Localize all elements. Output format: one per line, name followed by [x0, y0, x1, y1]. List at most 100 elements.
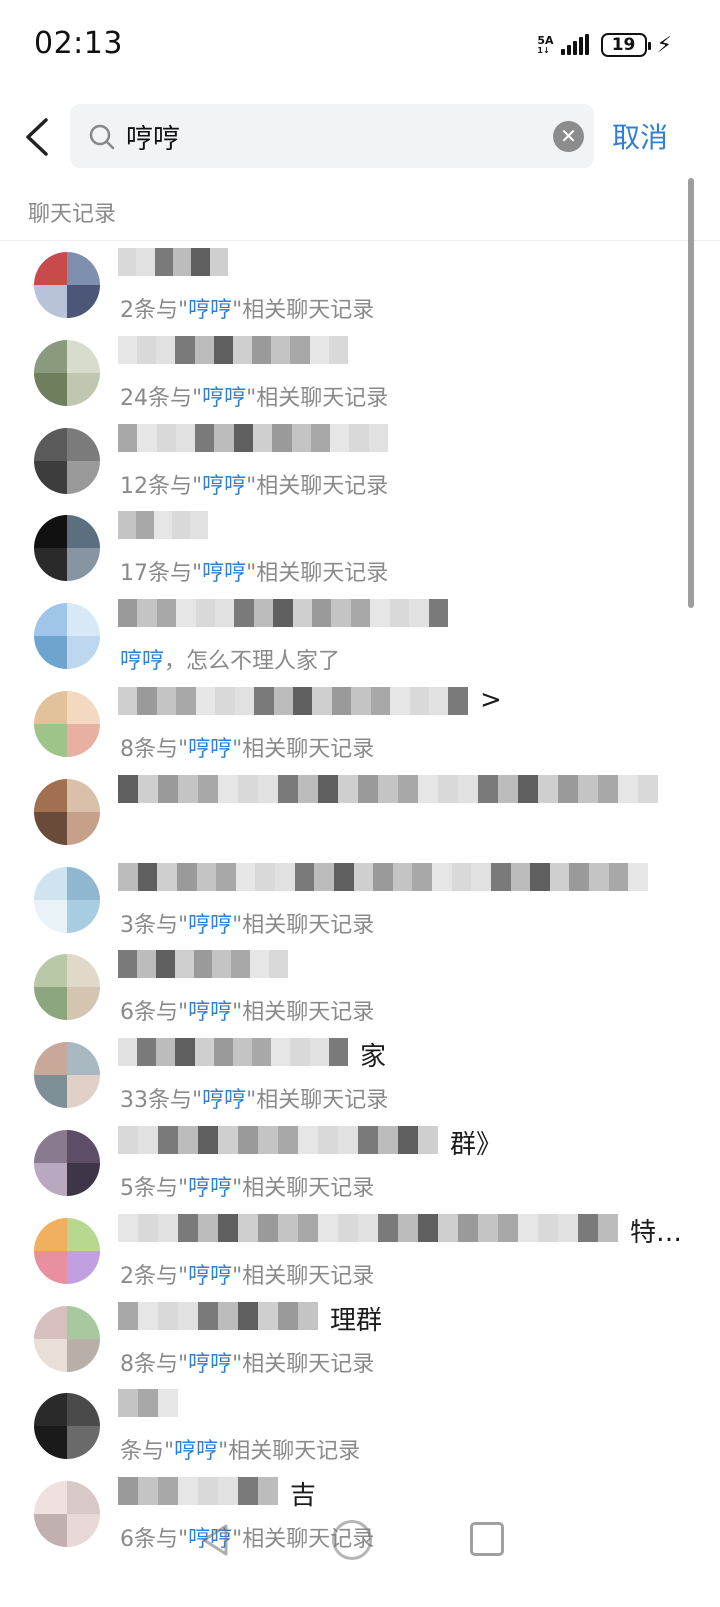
avatar: [34, 690, 100, 757]
result-list: 2条与"哼哼"相关聊天记录 24条与"哼哼"相关聊天记录 12条与"哼哼"相关聊天记…: [0, 242, 720, 1559]
summary-prefix: 12条与": [120, 473, 203, 499]
navigation-bar: [0, 1500, 720, 1607]
summary-keyword: 哼哼: [202, 1088, 247, 1114]
avatar: [34, 252, 100, 318]
summary-keyword: 哼哼: [188, 1351, 233, 1377]
record-summary: 8条与"哼哼"相关聊天记录: [120, 731, 374, 763]
contact-name-redacted: [118, 1301, 318, 1330]
search-icon: [89, 124, 115, 150]
clear-icon[interactable]: ✕: [553, 121, 584, 152]
chat-record-item[interactable]: 特… 2条与"哼哼"相关聊天记录: [0, 1208, 720, 1296]
summary-suffix: "相关聊天记录: [246, 561, 389, 587]
chat-record-item[interactable]: 哼哼，怎么不理人家了: [0, 593, 720, 681]
summary-suffix: "相关聊天记录: [246, 385, 389, 411]
summary-prefix: 33条与": [120, 1088, 203, 1114]
record-summary: 17条与"哼哼"相关聊天记录: [120, 555, 388, 587]
contact-name-suffix: 理群: [330, 1305, 383, 1336]
summary-suffix: ，怎么不理人家了: [164, 649, 341, 675]
summary-keyword: 哼哼: [188, 298, 233, 323]
record-summary: 3条与"哼哼"相关聊天记录: [120, 907, 374, 939]
avatar: [34, 339, 100, 406]
chat-record-item[interactable]: 12条与"哼哼"相关聊天记录: [0, 418, 720, 506]
scrollbar[interactable]: [688, 178, 694, 608]
record-summary: 2条与"哼哼"相关聊天记录: [120, 292, 374, 324]
record-summary: 24条与"哼哼"相关聊天记录: [120, 380, 388, 412]
chat-record-item[interactable]: 理群 8条与"哼哼"相关聊天记录: [0, 1296, 720, 1384]
chat-record-item[interactable]: 群》 5条与"哼哼"相关聊天记录: [0, 1120, 720, 1208]
summary-prefix: 24条与": [120, 385, 203, 411]
avatar: [34, 1129, 100, 1196]
chat-record-item[interactable]: 3条与"哼哼"相关聊天记录: [0, 857, 720, 945]
record-summary: 33条与"哼哼"相关聊天记录: [120, 1082, 388, 1114]
chat-record-item[interactable]: 6条与"哼哼"相关聊天记录: [0, 944, 720, 1032]
network-type: 5A: [537, 34, 554, 47]
record-summary: 哼哼，怎么不理人家了: [120, 643, 340, 675]
summary-keyword: 哼哼: [120, 649, 165, 675]
contact-name-redacted: [118, 774, 658, 803]
network-activity: 1↓: [537, 46, 550, 55]
avatar: [34, 515, 100, 582]
back-button[interactable]: [18, 110, 62, 164]
chat-record-item[interactable]: [0, 769, 720, 857]
summary-prefix: 8条与": [120, 736, 189, 762]
nav-home-icon[interactable]: [332, 1520, 372, 1560]
record-summary: 2条与"哼哼"相关聊天记录: [120, 1258, 374, 1290]
search-box[interactable]: ✕: [70, 104, 594, 168]
summary-keyword: 哼哼: [202, 385, 247, 411]
nav-back-icon[interactable]: [198, 1522, 234, 1558]
chat-record-item[interactable]: 24条与"哼哼"相关聊天记录: [0, 330, 720, 418]
nav-recent-apps-icon[interactable]: [470, 1522, 504, 1556]
contact-name-redacted: [118, 423, 388, 452]
chat-record-item[interactable]: 条与"哼哼"相关聊天记录: [0, 1383, 720, 1471]
summary-suffix: "相关聊天记录: [246, 1088, 389, 1114]
summary-prefix: 2条与": [120, 1263, 189, 1289]
record-summary: 5条与"哼哼"相关聊天记录: [120, 1170, 374, 1202]
summary-prefix: 5条与": [120, 1175, 189, 1201]
avatar: [34, 866, 100, 933]
contact-name-redacted: [118, 862, 648, 891]
contact-name-redacted: [118, 1389, 178, 1418]
contact-name-redacted: [118, 686, 468, 715]
status-bar: 02:13 5A 1↓ 19 ⚡: [0, 0, 720, 90]
record-summary: 条与"哼哼"相关聊天记录: [120, 1433, 360, 1465]
contact-name-redacted: [118, 950, 288, 979]
search-header: ✕ 取消: [0, 104, 720, 170]
summary-keyword: 哼哼: [188, 1175, 233, 1201]
summary-suffix: "相关聊天记录: [232, 736, 375, 762]
avatar: [34, 1393, 100, 1460]
summary-prefix: 8条与": [120, 1351, 189, 1377]
contact-name-redacted: [118, 335, 348, 364]
summary-suffix: "相关聊天记录: [218, 1439, 361, 1465]
battery-level: 19: [611, 35, 636, 55]
summary-keyword: 哼哼: [202, 473, 247, 499]
summary-suffix: "相关聊天记录: [232, 1000, 375, 1026]
contact-name-redacted: [118, 1213, 618, 1242]
summary-keyword: 哼哼: [188, 736, 233, 762]
chat-record-item[interactable]: 17条与"哼哼"相关聊天记录: [0, 505, 720, 593]
contact-name-redacted: [118, 511, 208, 540]
avatar: [34, 427, 100, 494]
summary-suffix: "相关聊天记录: [232, 1351, 375, 1377]
cancel-button[interactable]: 取消: [612, 116, 668, 156]
summary-suffix: "相关聊天记录: [232, 1175, 375, 1201]
chat-record-item[interactable]: 2条与"哼哼"相关聊天记录: [0, 242, 720, 330]
back-arrow-icon: [26, 118, 48, 156]
summary-keyword: 哼哼: [188, 1000, 233, 1026]
network-type-label: 5A 1↓: [537, 35, 553, 55]
contact-name-redacted: [118, 1038, 348, 1067]
search-input[interactable]: [126, 112, 536, 160]
avatar: [34, 1217, 100, 1284]
chat-record-item[interactable]: >8条与"哼哼"相关聊天记录: [0, 681, 720, 769]
signal-icon: [560, 34, 589, 55]
summary-suffix: "相关聊天记录: [246, 473, 389, 499]
section-title: 聊天记录: [28, 202, 117, 227]
summary-prefix: 3条与": [120, 912, 189, 938]
summary-keyword: 哼哼: [174, 1439, 219, 1465]
contact-name-suffix: >: [480, 684, 502, 715]
summary-suffix: "相关聊天记录: [232, 298, 375, 323]
contact-name-redacted: [118, 248, 228, 276]
summary-prefix: 6条与": [120, 1000, 189, 1026]
chat-record-item[interactable]: 家 33条与"哼哼"相关聊天记录: [0, 1032, 720, 1120]
summary-prefix: 条与": [120, 1439, 175, 1465]
status-indicators: 5A 1↓ 19 ⚡: [537, 30, 672, 60]
